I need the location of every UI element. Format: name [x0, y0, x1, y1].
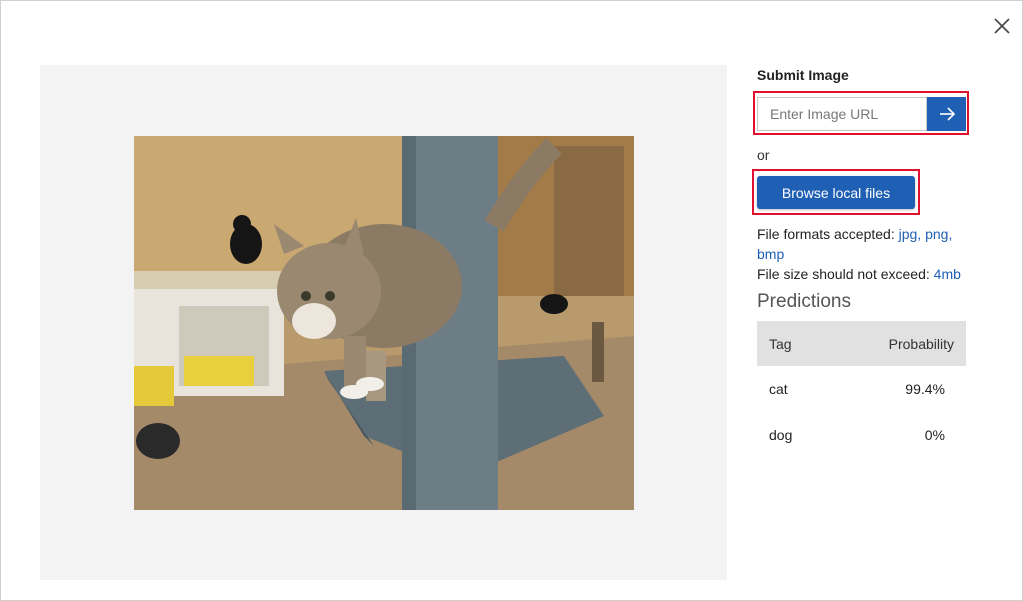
image-preview-panel — [40, 65, 727, 580]
prediction-probability: 0% — [924, 427, 945, 443]
arrow-right-icon — [939, 107, 955, 121]
file-size-note: File size should not exceed: 4mb — [757, 264, 972, 284]
close-icon[interactable] — [991, 15, 1013, 37]
table-row: cat 99.4% — [757, 366, 966, 412]
column-header-tag: Tag — [757, 321, 824, 366]
prediction-tag: cat — [769, 381, 788, 397]
dialog: Submit Image or Browse local files File … — [0, 0, 1023, 601]
file-size-value: 4mb — [933, 266, 961, 282]
or-separator: or — [757, 147, 770, 163]
preview-image — [134, 136, 634, 510]
file-formats-label: File formats accepted: — [757, 226, 899, 242]
predictions-table: Tag Probability cat 99.4% dog 0% — [757, 321, 966, 458]
submit-image-heading: Submit Image — [757, 67, 849, 83]
table-row: dog 0% — [757, 412, 966, 458]
file-size-label: File size should not exceed: — [757, 266, 934, 282]
predictions-heading: Predictions — [757, 291, 851, 312]
prediction-tag: dog — [769, 427, 793, 443]
prediction-probability: 99.4% — [905, 381, 945, 397]
table-header-row: Tag Probability — [757, 321, 966, 366]
image-url-input[interactable] — [757, 97, 927, 131]
browse-local-files-button[interactable]: Browse local files — [757, 176, 915, 209]
submit-url-button[interactable] — [927, 97, 966, 131]
column-header-probability: Probability — [823, 321, 966, 366]
file-formats-note: File formats accepted: jpg, png, bmp — [757, 224, 962, 264]
